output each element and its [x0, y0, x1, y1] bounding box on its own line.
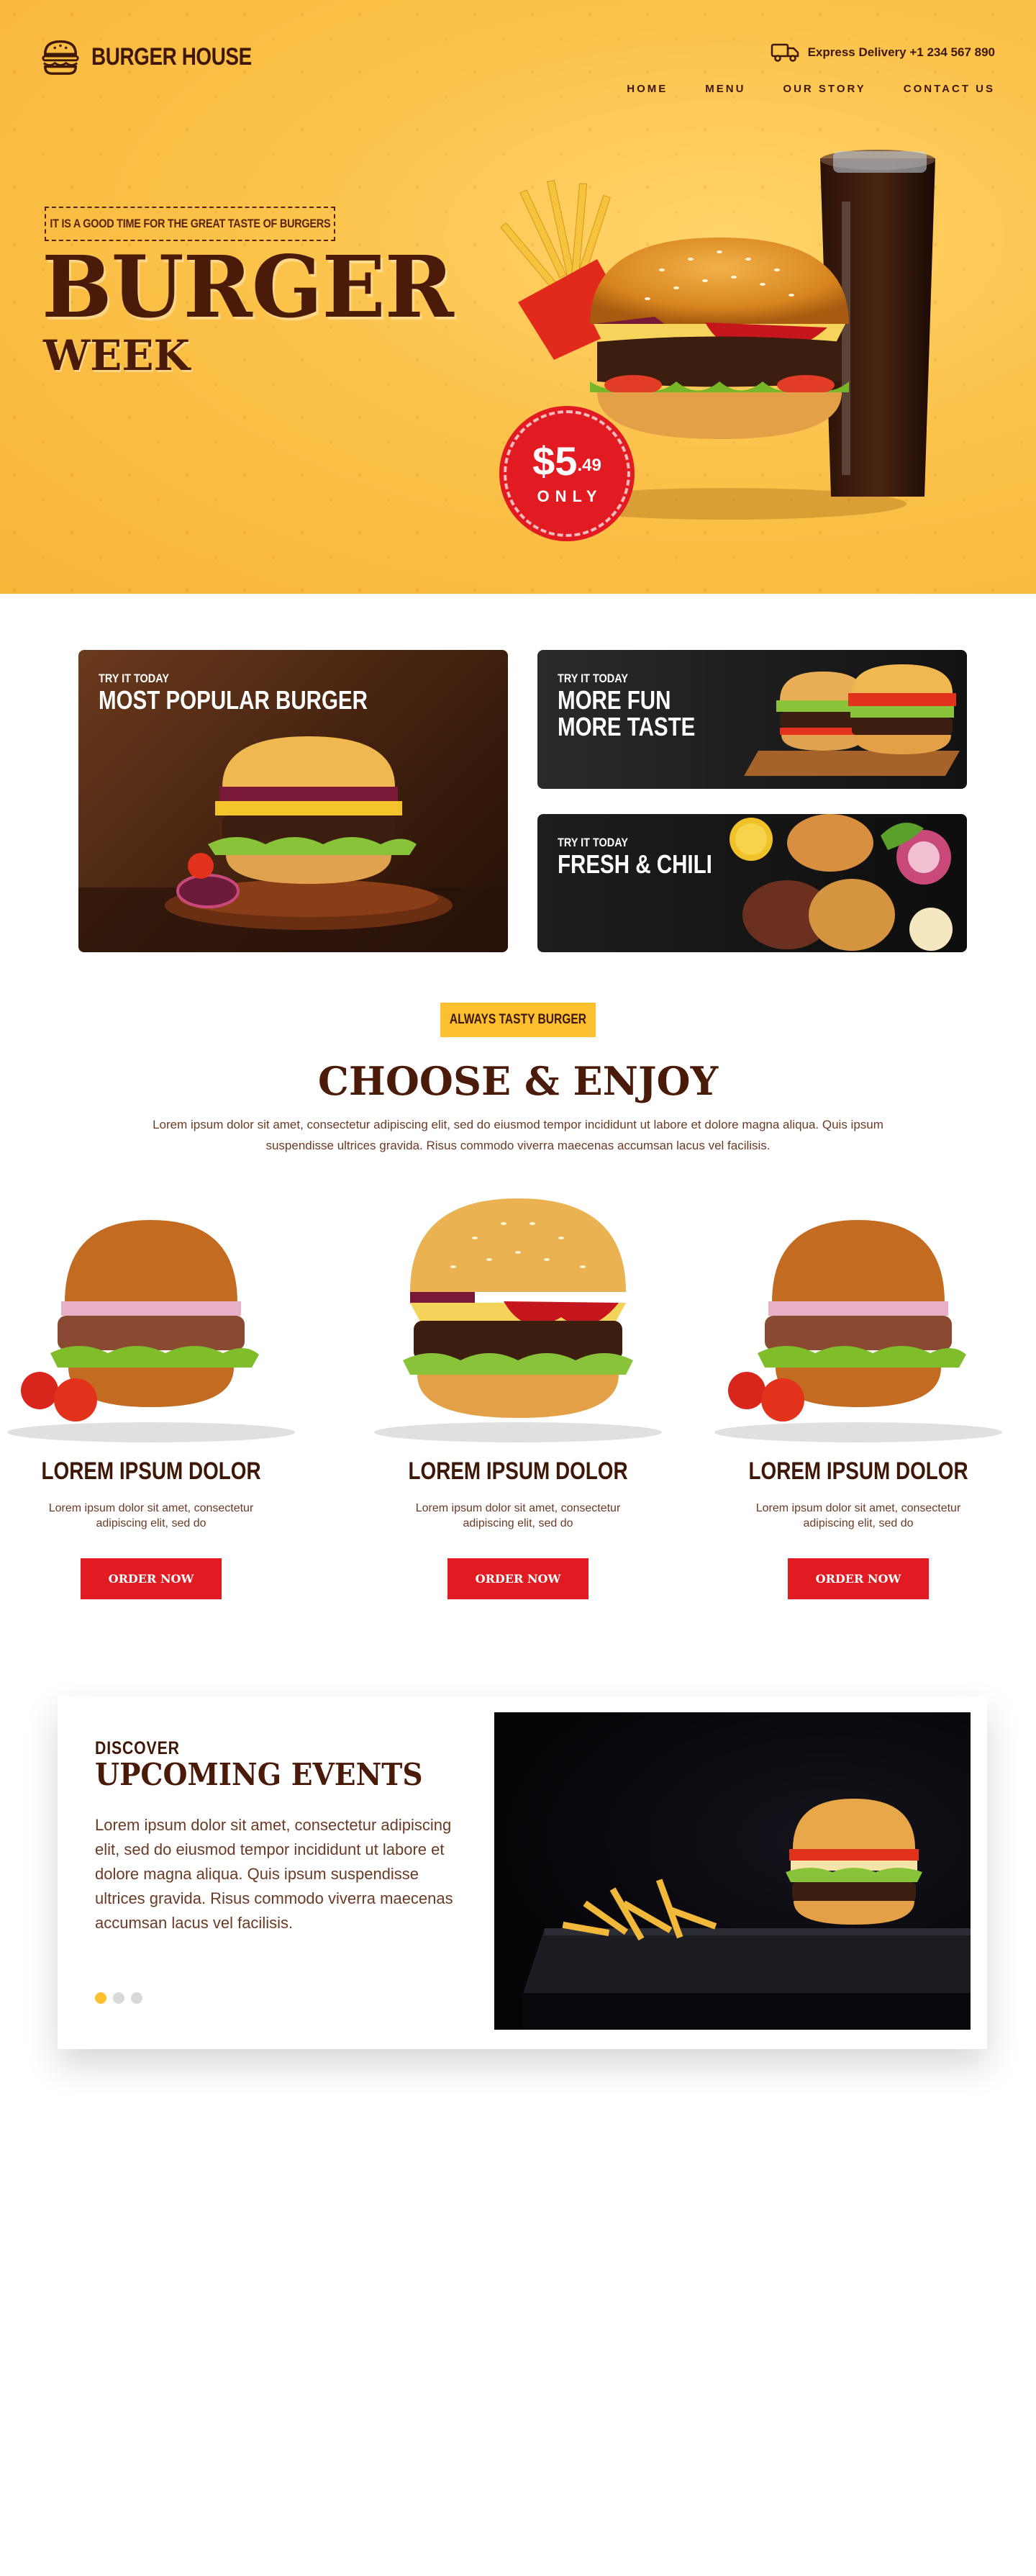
product-burger-image — [374, 1198, 662, 1442]
hero-tagline-text: IT IS A GOOD TIME FOR THE GREAT TASTE OF… — [50, 217, 330, 230]
slider-dot-2[interactable] — [113, 1992, 124, 2004]
brand-logo[interactable]: BURGER HOUSE — [40, 36, 287, 78]
product-card: LOREM IPSUM DOLOR Lorem ipsum dolor sit … — [0, 1195, 302, 1612]
product-name-text: LOREM IPSUM DOLOR — [748, 1458, 968, 1485]
product-description: Lorem ipsum dolor sit amet, consectetur … — [755, 1502, 961, 1529]
price-amount: $5.49 — [532, 441, 601, 482]
delivery-text: Express Delivery +1 234 567 890 — [807, 45, 995, 59]
promo-card-popular[interactable]: TRY IT TODAY MOST POPULAR BURGER — [78, 650, 508, 952]
promo-kicker: TRY IT TODAY — [558, 672, 628, 685]
hero-tagline: IT IS A GOOD TIME FOR THE GREAT TASTE OF… — [45, 207, 335, 241]
product-name: LOREM IPSUM DOLOR — [367, 1458, 669, 1486]
slider-dots — [95, 1992, 142, 2004]
section-description: Lorem ipsum dolor sit amet, consectetur … — [153, 1118, 883, 1152]
product-burger-image — [7, 1220, 295, 1442]
section-tag: ALWAYS TASTY BURGER — [440, 1003, 596, 1037]
promo-card-fresh-chili[interactable]: TRY IT TODAY FRESH & CHILI — [537, 814, 967, 952]
price-badge: $5.49 ONLY — [504, 410, 630, 537]
promo-double-burger-image — [744, 664, 960, 776]
product-name-text: LOREM IPSUM DOLOR — [408, 1458, 628, 1485]
product-description: Lorem ipsum dolor sit amet, consectetur … — [415, 1502, 621, 1529]
events-burger-fries-image — [523, 1799, 971, 2030]
slider-dot-3[interactable] — [131, 1992, 142, 2004]
events-kicker: DISCOVER — [95, 1738, 180, 1758]
promo-title: MOST POPULAR BURGER — [99, 685, 368, 715]
nav-our-story[interactable]: OUR STORY — [783, 83, 865, 95]
product-name: LOREM IPSUM DOLOR — [707, 1458, 1009, 1486]
price-note: ONLY — [537, 487, 603, 505]
promo-kicker: TRY IT TODAY — [99, 672, 169, 685]
order-now-button[interactable]: ORDER NOW — [447, 1558, 589, 1599]
section-title: CHOOSE & ENJOY — [317, 1058, 719, 1104]
order-now-button[interactable]: ORDER NOW — [81, 1558, 222, 1599]
nav-home[interactable]: HOME — [627, 83, 668, 95]
product-card: LOREM IPSUM DOLOR Lorem ipsum dolor sit … — [707, 1195, 1009, 1612]
nav-menu[interactable]: MENU — [705, 83, 745, 95]
burger-logo-icon — [42, 40, 79, 75]
delivery-info[interactable]: Express Delivery +1 234 567 890 — [771, 42, 995, 63]
promo-title: FRESH & CHILI — [558, 849, 712, 879]
product-name-text: LOREM IPSUM DOLOR — [41, 1458, 261, 1485]
promo-card-more-fun[interactable]: TRY IT TODAY MORE FUN MORE TASTE — [537, 650, 967, 789]
price-dollars: $5 — [532, 438, 578, 484]
price-cents: .49 — [577, 456, 601, 475]
order-now-button[interactable]: ORDER NOW — [788, 1558, 929, 1599]
promo-ingredients-image — [730, 814, 953, 951]
product-name: LOREM IPSUM DOLOR — [0, 1458, 302, 1486]
product-card: LOREM IPSUM DOLOR Lorem ipsum dolor sit … — [367, 1195, 669, 1612]
product-burger-image — [714, 1220, 1002, 1442]
hero-section: BURGER HOUSE Express Delivery +1 234 567… — [0, 0, 1036, 594]
events-title: UPCOMING EVENTS — [95, 1757, 423, 1792]
main-nav: HOME MENU OUR STORY CONTACT US — [627, 83, 995, 95]
delivery-truck-icon — [771, 43, 799, 62]
brand-name: BURGER HOUSE — [91, 42, 252, 71]
events-body: Lorem ipsum dolor sit amet, consectetur … — [95, 1816, 453, 1932]
hero-subtitle: WEEK — [43, 331, 190, 380]
promo-title: MORE FUN MORE TASTE — [558, 685, 696, 741]
slider-dot-1[interactable] — [95, 1992, 106, 2004]
events-image — [494, 1712, 971, 2030]
product-description: Lorem ipsum dolor sit amet, consectetur … — [48, 1502, 254, 1529]
promo-kicker: TRY IT TODAY — [558, 836, 628, 849]
events-card: DISCOVER UPCOMING EVENTS Lorem ipsum dol… — [58, 1696, 987, 2049]
hero-title: BURGER — [42, 237, 454, 337]
nav-contact-us[interactable]: CONTACT US — [904, 83, 995, 95]
section-tag-text: ALWAYS TASTY BURGER — [449, 1012, 587, 1027]
